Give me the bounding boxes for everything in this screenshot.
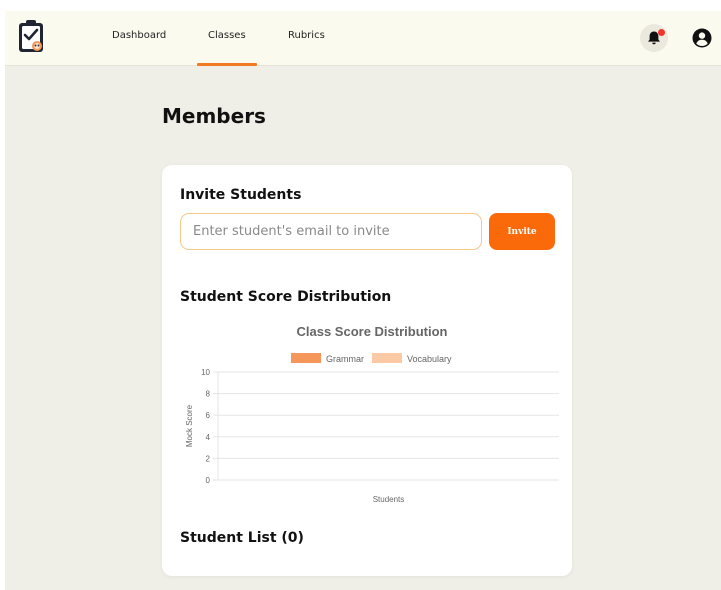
legend-label-grammar: Grammar (326, 354, 364, 364)
user-circle-icon (692, 28, 712, 48)
invite-section-title: Invite Students (180, 187, 302, 203)
distribution-section-title: Student Score Distribution (180, 289, 392, 305)
tick-label-y-2: 2 (206, 454, 211, 463)
page-title: Members (162, 104, 266, 128)
app-window: Dashboard Classes Rubrics Members Invite… (5, 11, 721, 590)
notifications-button[interactable] (640, 24, 668, 52)
tick-label-y-8: 8 (206, 390, 211, 399)
tick-label-y-10: 10 (201, 368, 210, 377)
nav-classes[interactable]: Classes (197, 11, 257, 66)
tick-label-y-6: 6 (206, 411, 211, 420)
chart-title: Class Score Distribution (297, 324, 448, 339)
profile-button[interactable] (688, 24, 716, 52)
legend-swatch-grammar (291, 353, 321, 363)
y-axis-label: Mock Score (185, 404, 194, 447)
tick-label-y-4: 4 (206, 433, 211, 442)
invite-email-input[interactable] (180, 213, 482, 250)
notification-badge (658, 29, 665, 36)
legend-label-vocabulary: Vocabulary (407, 354, 452, 364)
student-list-title: Student List (0) (180, 530, 304, 546)
legend-swatch-vocabulary (372, 353, 402, 363)
score-distribution-chart: Class Score Distribution Grammar Vocabular… (185, 324, 559, 504)
invite-button[interactable]: Invite (489, 213, 555, 250)
members-card: Invite Students Invite Student Score Dis… (162, 165, 572, 576)
clipboard-logo-icon[interactable] (18, 19, 44, 53)
nav-dashboard[interactable]: Dashboard (112, 11, 166, 66)
x-axis-label: Students (373, 495, 405, 504)
nav-rubrics[interactable]: Rubrics (288, 11, 325, 66)
tick-label-y-0: 0 (206, 476, 211, 485)
top-navbar: Dashboard Classes Rubrics (5, 11, 721, 66)
